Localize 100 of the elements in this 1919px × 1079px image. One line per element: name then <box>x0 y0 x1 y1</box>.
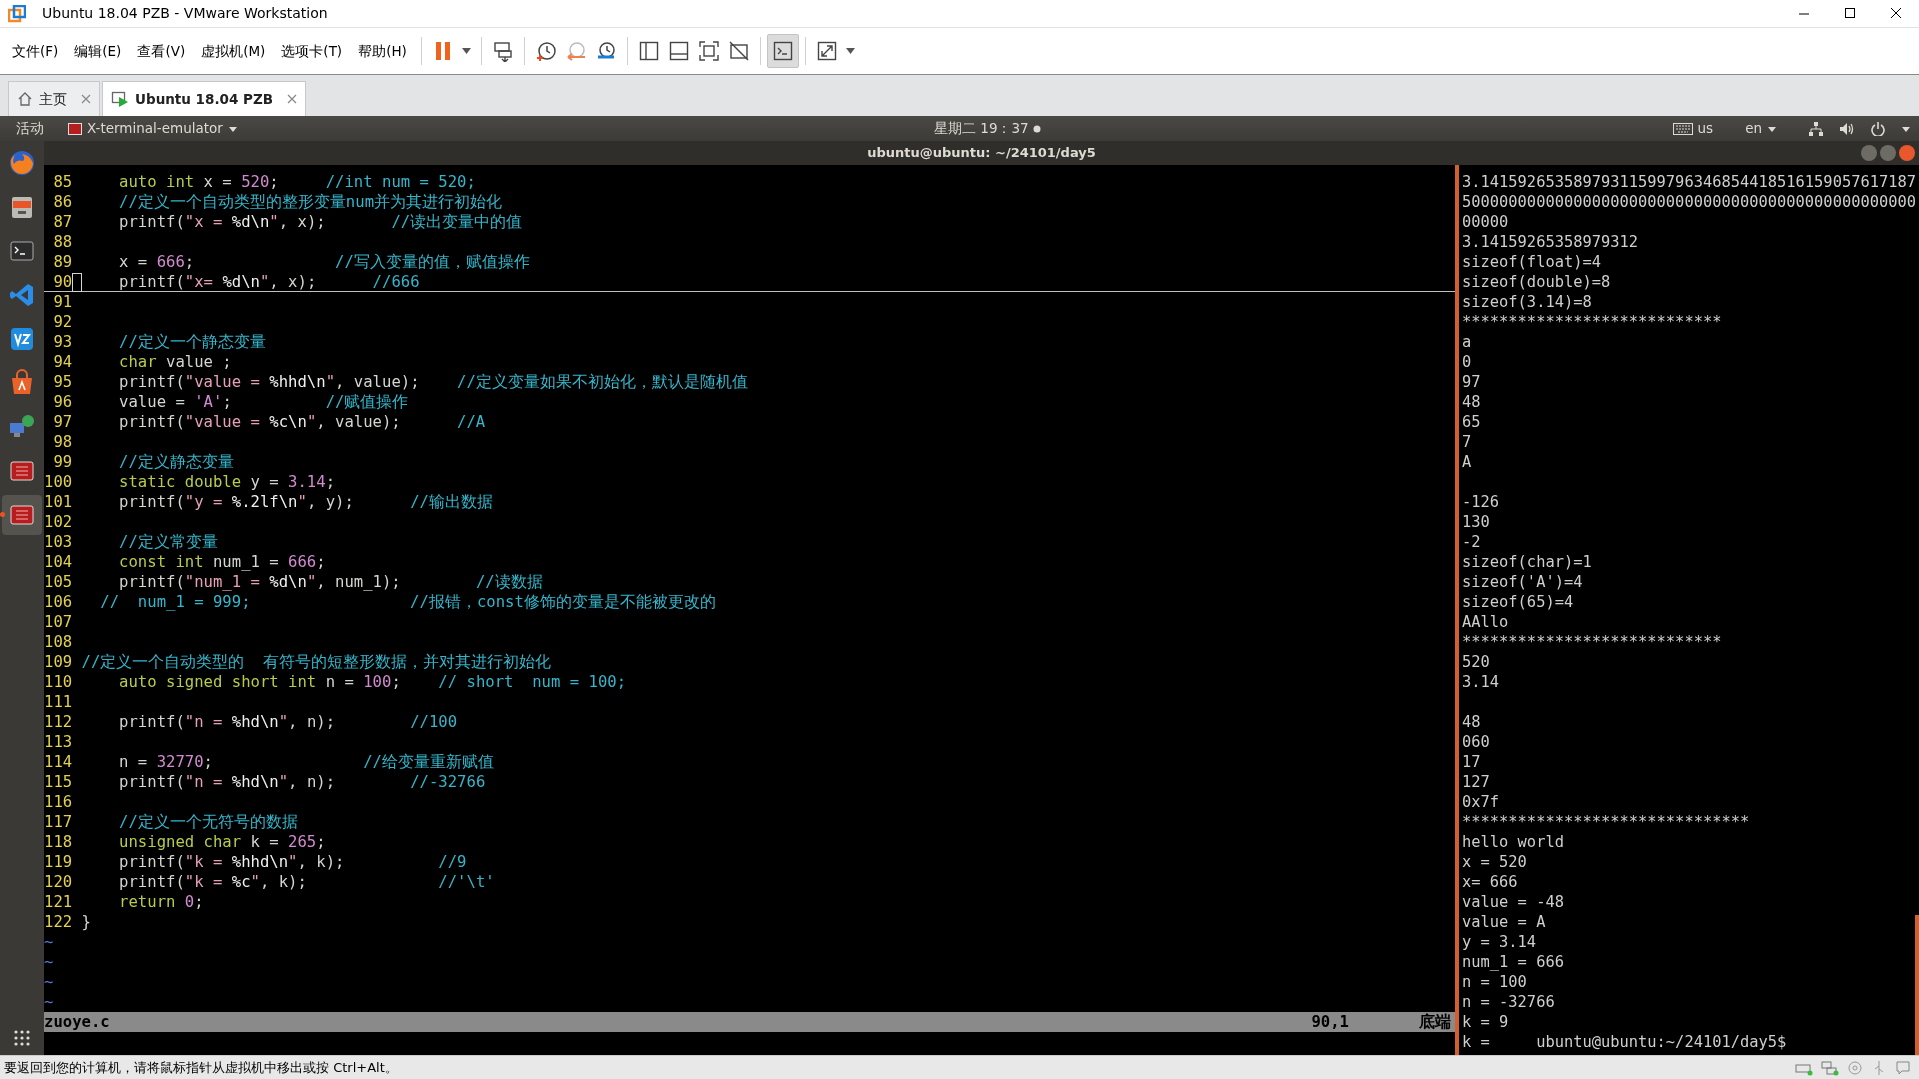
scroll-position: 底端 <box>1419 1012 1451 1032</box>
line-number: 115 <box>44 772 73 792</box>
keyboard-layout-button[interactable]: us <box>1664 118 1722 139</box>
line-number: 88 <box>52 232 73 252</box>
code-line: //定义一个无符号的数据 <box>118 812 298 832</box>
line-number: 122 <box>44 912 73 932</box>
line-number: 113 <box>44 732 73 752</box>
line-number: 121 <box>44 892 73 912</box>
output-line: 3.14159265358979311599796346854418516159057617187 <box>1462 173 1917 191</box>
notification-dot-icon <box>1032 124 1041 133</box>
menu-item[interactable]: 帮助(H) <box>350 36 415 66</box>
caret-icon <box>1767 124 1777 133</box>
output-line: 127 <box>1462 773 1490 791</box>
tab[interactable]: 主页 <box>8 81 100 116</box>
line-number: 120 <box>44 872 73 892</box>
output-line: AAllo <box>1462 613 1509 631</box>
code-line: char value ; <box>118 352 232 372</box>
line-number: 94 <box>52 352 73 372</box>
file-name: zuoye.c <box>44 1012 110 1032</box>
clock-icon <box>534 40 557 62</box>
line-number: 102 <box>44 512 73 532</box>
caret-icon <box>845 48 855 54</box>
output-line: sizeof(65)=4 <box>1462 593 1574 611</box>
line-number: 116 <box>44 792 73 812</box>
clock[interactable]: 星期二 19：37 <box>934 118 1029 139</box>
code-line: auto int x = 520; //int num = 520; <box>118 172 476 192</box>
minimize-button[interactable] <box>1861 145 1877 161</box>
code-line: //定义一个自动类型的 有符号的短整形数据，并对其进行初始化 <box>81 652 552 672</box>
fullscreen-icon <box>697 40 720 62</box>
status-message: 要返回到您的计算机，请将鼠标指针从虚拟机中移出或按 Ctrl+Alt。 <box>3 1058 398 1077</box>
line-number: 101 <box>44 492 73 512</box>
output-line: y = 3.14 <box>1462 933 1537 951</box>
output-line: n = 100 <box>1462 973 1527 991</box>
network-adapter-icon[interactable] <box>1821 1059 1839 1076</box>
output-line: x = 520 <box>1462 853 1527 871</box>
tab-label: Ubuntu 18.04 PZB <box>135 89 273 109</box>
output-line: 3.14159265358979312 <box>1462 233 1639 251</box>
close-icon[interactable] <box>81 94 91 104</box>
output-line: 97 <box>1462 373 1481 391</box>
power-icon[interactable] <box>1871 121 1885 136</box>
menu-item[interactable]: 文件(F) <box>4 36 67 66</box>
close-icon <box>1888 8 1904 19</box>
running-indicator <box>0 512 5 517</box>
line-number: 85 <box>52 172 73 192</box>
network-icon[interactable] <box>1809 121 1823 136</box>
output-line: 48 <box>1462 713 1481 731</box>
activities-button[interactable]: 活动 <box>0 118 52 139</box>
bottom-panel-layout-icon <box>667 40 690 62</box>
output-line: A <box>1462 453 1472 471</box>
code-line: } <box>81 912 91 932</box>
line-number: 90 <box>52 272 73 291</box>
output-line: num_1 = 666 <box>1462 953 1564 971</box>
line-number: 110 <box>44 672 73 692</box>
output-line: sizeof(float)=4 <box>1462 253 1601 271</box>
home-icon <box>17 91 33 107</box>
output-line: 3.14 <box>1462 673 1500 691</box>
empty-line-marker: ~ <box>44 972 55 992</box>
output-line: value = A <box>1462 913 1546 931</box>
close-icon[interactable] <box>287 94 297 104</box>
output-line: 0 <box>1462 353 1472 371</box>
output-line: 7 <box>1462 433 1472 451</box>
terminal-button[interactable] <box>766 34 799 68</box>
code-line: unsigned char k = 265; <box>118 832 326 852</box>
code-line: value = 'A'; //赋值操作 <box>118 392 409 412</box>
tab[interactable]: Ubuntu 18.04 PZB <box>102 81 306 116</box>
line-number: 104 <box>44 552 73 572</box>
code-line: static double y = 3.14; <box>118 472 336 492</box>
output-line: 130 <box>1462 513 1490 531</box>
code-line: printf("value = %hhd\n", value); //定义变量如果不初始化，默认是随机值 <box>118 372 748 392</box>
output-line: value = -48 <box>1462 893 1564 911</box>
line-number: 91 <box>52 292 73 312</box>
code-line: printf("y = %.2lf\n", y); //输出数据 <box>118 492 493 512</box>
menu-item[interactable]: 选项卡(T) <box>273 36 351 66</box>
scrollbar[interactable] <box>1915 915 1919 1055</box>
input-method-button[interactable]: en <box>1737 118 1785 139</box>
maximize-icon <box>1842 8 1858 19</box>
line-number: 98 <box>52 432 73 452</box>
output-line: 520 <box>1462 653 1490 671</box>
terminal-title: ubuntu@ubuntu: ~/24101/day5 <box>867 144 1096 163</box>
code-line: printf("num_1 = %d\n", num_1); //读数据 <box>118 572 543 592</box>
output-line: 0x7f <box>1462 793 1500 811</box>
code-line: //定义静态变量 <box>118 452 234 472</box>
output-line: -126 <box>1462 493 1500 511</box>
caret-icon <box>461 48 471 54</box>
volume-icon[interactable] <box>1839 121 1855 136</box>
app-menu[interactable]: X-terminal-emulator <box>60 118 246 139</box>
menu-item[interactable]: 编辑(E) <box>66 36 130 66</box>
menu-item[interactable]: 查看(V) <box>129 36 194 66</box>
sidebar-layout-icon <box>637 40 660 62</box>
app-window-icon <box>68 122 82 135</box>
line-number: 106 <box>44 592 73 612</box>
output-line: ******************************* <box>1462 813 1750 831</box>
line-number: 99 <box>52 452 73 472</box>
close-button[interactable] <box>1899 145 1915 161</box>
line-number: 96 <box>52 392 73 412</box>
caret-icon[interactable] <box>1901 124 1911 133</box>
line-number: 112 <box>44 712 73 732</box>
menu-item[interactable]: 虚拟机(M) <box>193 36 274 66</box>
line-number: 92 <box>52 312 73 332</box>
app-grid-icon[interactable] <box>13 1029 31 1047</box>
